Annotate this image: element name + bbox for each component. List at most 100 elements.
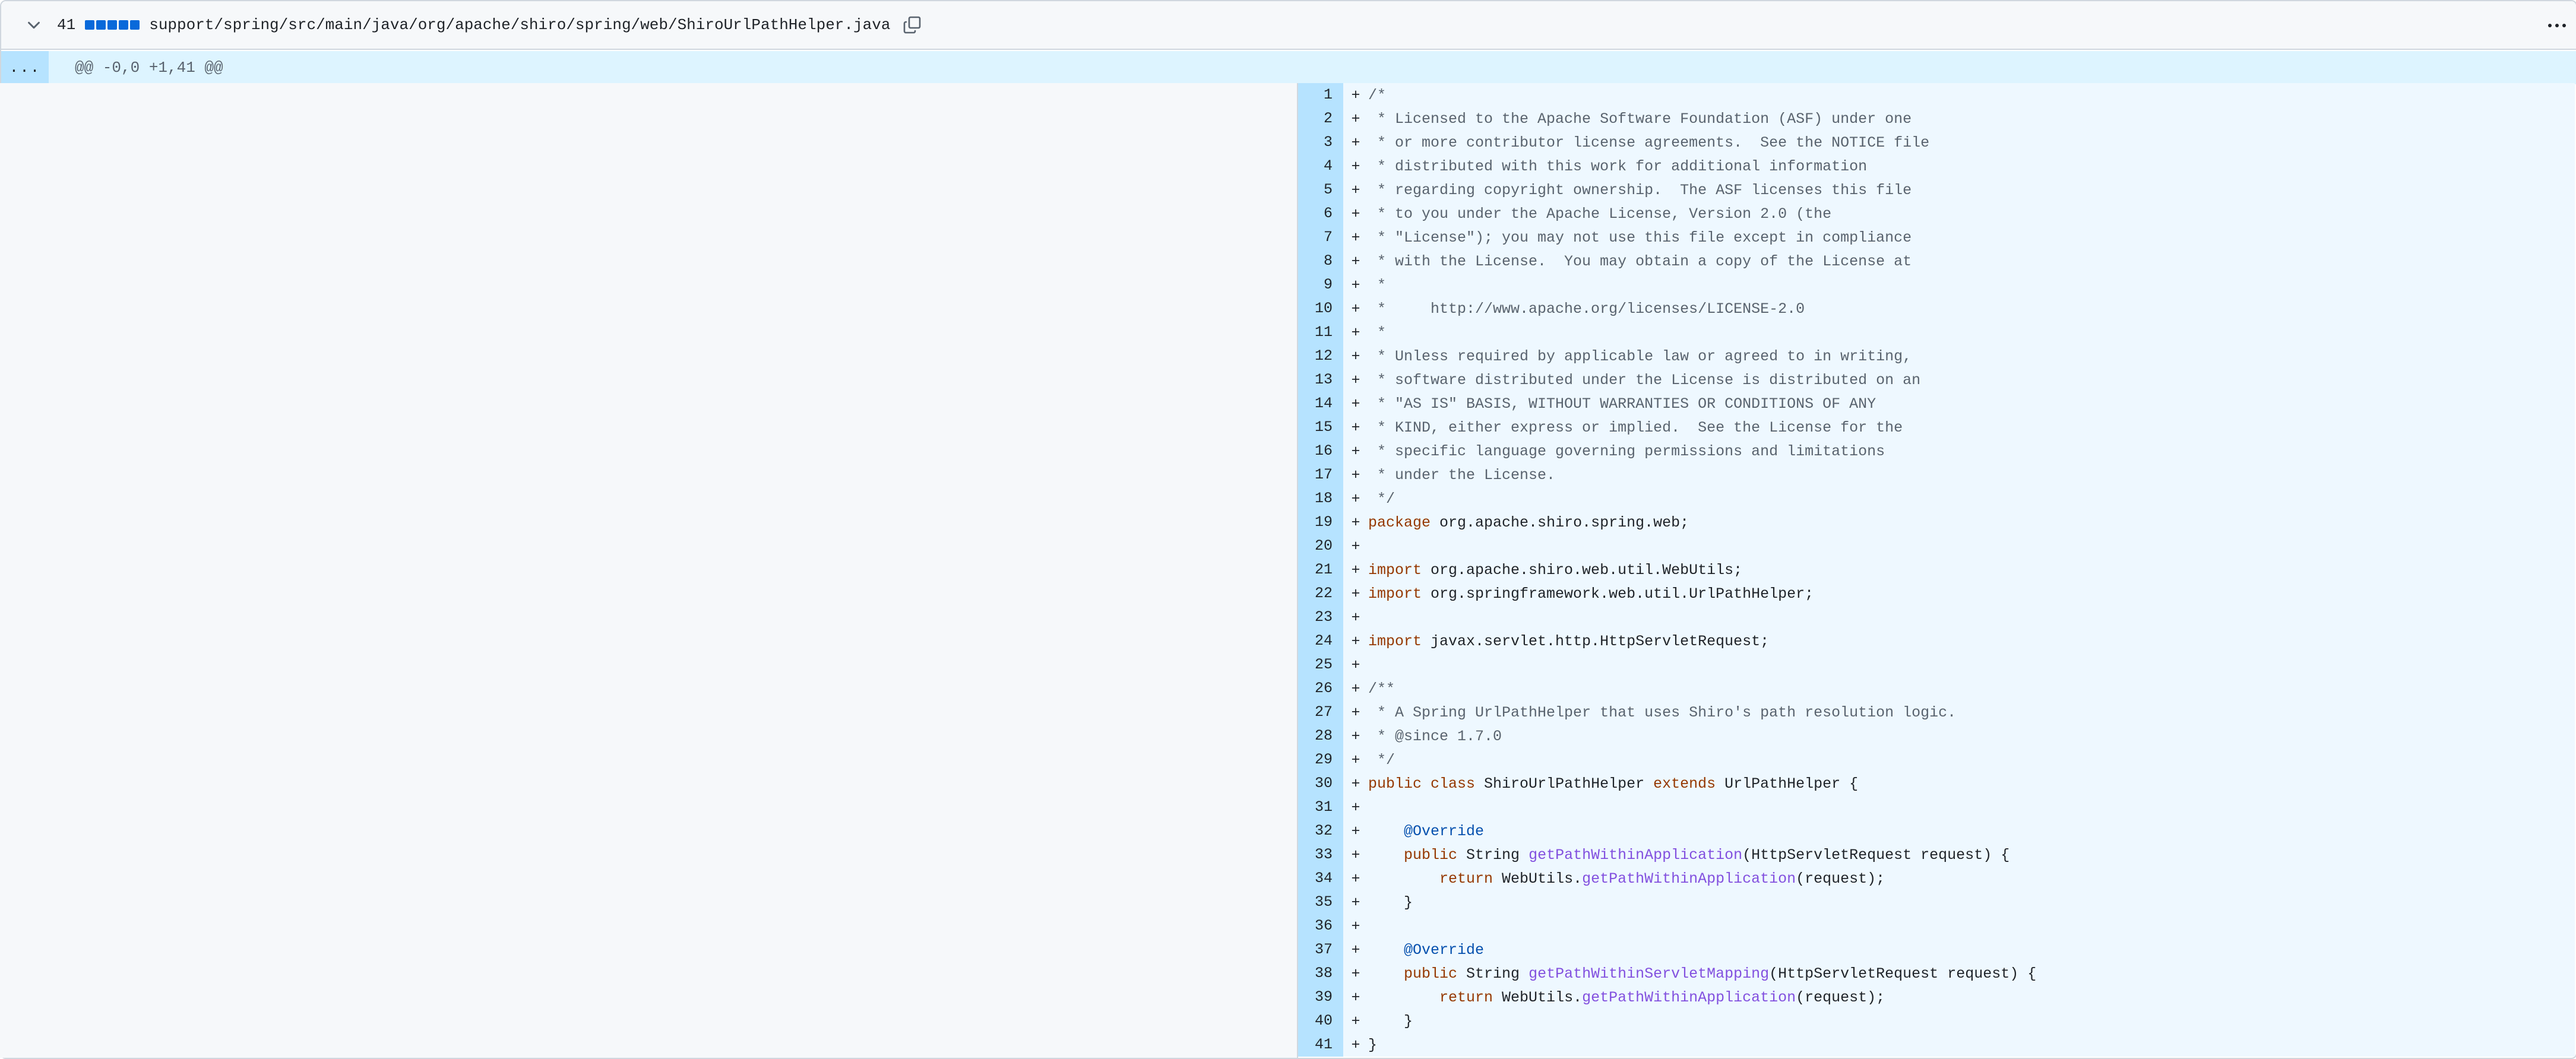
line-number[interactable]: 25 [1298, 653, 1343, 677]
line-number[interactable]: 34 [1298, 867, 1343, 890]
code-content: /** [1368, 680, 1395, 697]
line-number[interactable]: 3 [1298, 131, 1343, 154]
line-number[interactable]: 29 [1298, 748, 1343, 772]
file-path[interactable]: support/spring/src/main/java/org/apache/… [149, 16, 890, 34]
addition-marker: + [1351, 157, 1360, 175]
line-number[interactable]: 6 [1298, 202, 1343, 226]
kebab-menu-icon[interactable] [2546, 15, 2568, 36]
addition-marker: + [1351, 300, 1360, 318]
line-number[interactable]: 37 [1298, 938, 1343, 962]
addition-marker: + [1351, 324, 1360, 341]
diff-line: 10 + * http://www.apache.org/licenses/LIC… [1298, 297, 2575, 321]
line-number[interactable]: 18 [1298, 487, 1343, 511]
line-number[interactable]: 2 [1298, 107, 1343, 131]
copy-icon[interactable] [902, 15, 922, 35]
line-number[interactable]: 4 [1298, 154, 1343, 178]
addition-marker: + [1351, 846, 1360, 864]
code-token: WebUtils. [1493, 870, 1583, 887]
code-content: * A Spring UrlPathHelper that uses Shiro… [1368, 704, 1956, 721]
code-content: public String getPathWithinServletMappin… [1368, 965, 2036, 982]
chevron-down-icon[interactable] [25, 16, 43, 34]
code-content: * regarding copyright ownership. The ASF… [1368, 182, 1912, 199]
diff-line: 13 + * software distributed under the Lic… [1298, 368, 2575, 392]
line-number[interactable]: 11 [1298, 321, 1343, 344]
line-number[interactable]: 41 [1298, 1033, 1343, 1057]
diff-line: 20 + [1298, 534, 2575, 558]
line-number[interactable]: 24 [1298, 629, 1343, 653]
diffstat-square [107, 20, 118, 30]
addition-marker: + [1351, 513, 1360, 531]
code-token: * Licensed to the Apache Software Founda… [1368, 110, 1912, 128]
addition-marker: + [1351, 798, 1360, 816]
line-number[interactable]: 10 [1298, 297, 1343, 321]
line-number[interactable]: 12 [1298, 344, 1343, 368]
code-content: * under the License. [1368, 467, 1555, 484]
addition-marker: + [1351, 917, 1360, 935]
code-content: import org.springframework.web.util.UrlP… [1368, 585, 1814, 603]
code-token: import [1368, 561, 1422, 579]
hunk-header-row: ... @@ -0,0 +1,41 @@ [1, 51, 2576, 84]
line-number[interactable]: 33 [1298, 843, 1343, 867]
line-number[interactable]: 21 [1298, 558, 1343, 582]
line-number[interactable]: 8 [1298, 249, 1343, 273]
diff-line: 24 + import javax.servlet.http.HttpServlet… [1298, 629, 2575, 653]
line-number[interactable]: 31 [1298, 795, 1343, 819]
addition-marker: + [1351, 537, 1360, 555]
code-content: @Override [1368, 823, 1484, 840]
line-number[interactable]: 14 [1298, 392, 1343, 416]
code-token: * regarding copyright ownership. The ASF… [1368, 181, 1912, 199]
line-number[interactable]: 28 [1298, 724, 1343, 748]
line-number[interactable]: 30 [1298, 772, 1343, 795]
line-number[interactable]: 7 [1298, 226, 1343, 249]
code-token: package [1368, 513, 1431, 531]
diff-line: 40 + } [1298, 1009, 2575, 1033]
line-number[interactable]: 36 [1298, 914, 1343, 938]
line-number[interactable]: 20 [1298, 534, 1343, 558]
line-number[interactable]: 17 [1298, 463, 1343, 487]
expand-hunk-button[interactable]: ... [1, 51, 49, 84]
code-content: */ [1368, 490, 1395, 508]
line-number[interactable]: 9 [1298, 273, 1343, 297]
line-number[interactable]: 16 [1298, 439, 1343, 463]
code-content: } [1368, 894, 1413, 911]
line-number[interactable]: 35 [1298, 890, 1343, 914]
line-number[interactable]: 38 [1298, 962, 1343, 985]
diff-line: 23 + [1298, 605, 2575, 629]
line-number[interactable]: 1 [1298, 83, 1343, 107]
line-number[interactable]: 15 [1298, 416, 1343, 439]
line-number[interactable]: 39 [1298, 985, 1343, 1009]
diff-line: 31 + [1298, 795, 2575, 819]
code-content: * with the License. You may obtain a cop… [1368, 253, 1912, 270]
code-content: /* [1368, 87, 1386, 104]
code-token: * to you under the Apache License, Versi… [1368, 205, 1832, 223]
line-number[interactable]: 19 [1298, 511, 1343, 534]
addition-marker: + [1351, 965, 1360, 982]
addition-marker: + [1351, 775, 1360, 792]
diff-line: 36 + [1298, 914, 2575, 938]
line-number[interactable]: 22 [1298, 582, 1343, 605]
code-token: * A Spring UrlPathHelper that uses Shiro… [1368, 703, 1957, 721]
code-token: } [1368, 1036, 1378, 1054]
line-number[interactable]: 5 [1298, 178, 1343, 202]
code-token: * or more contributor license agreements… [1368, 134, 1930, 151]
code-token: getPathWithinServletMapping [1528, 965, 1770, 982]
line-number[interactable]: 13 [1298, 368, 1343, 392]
diff-line: 38 + public String getPathWithinServletMa… [1298, 962, 2575, 985]
line-number[interactable]: 27 [1298, 700, 1343, 724]
code-token: WebUtils. [1493, 988, 1583, 1006]
line-number[interactable]: 23 [1298, 605, 1343, 629]
line-number[interactable]: 26 [1298, 677, 1343, 700]
line-number[interactable]: 32 [1298, 819, 1343, 843]
code-content: public String getPathWithinApplication(H… [1368, 846, 2009, 864]
code-token: * specific language governing permission… [1368, 442, 1885, 460]
diff-line: 5 + * regarding copyright ownership. The … [1298, 178, 2575, 202]
diffstat [85, 20, 140, 30]
line-number[interactable]: 40 [1298, 1009, 1343, 1033]
addition-marker: + [1351, 941, 1360, 959]
code-token: * software distributed under the License… [1368, 371, 1921, 389]
diff-line: 9 + * [1298, 273, 2575, 297]
diff-line: 4 + * distributed with this work for addi… [1298, 154, 2575, 178]
